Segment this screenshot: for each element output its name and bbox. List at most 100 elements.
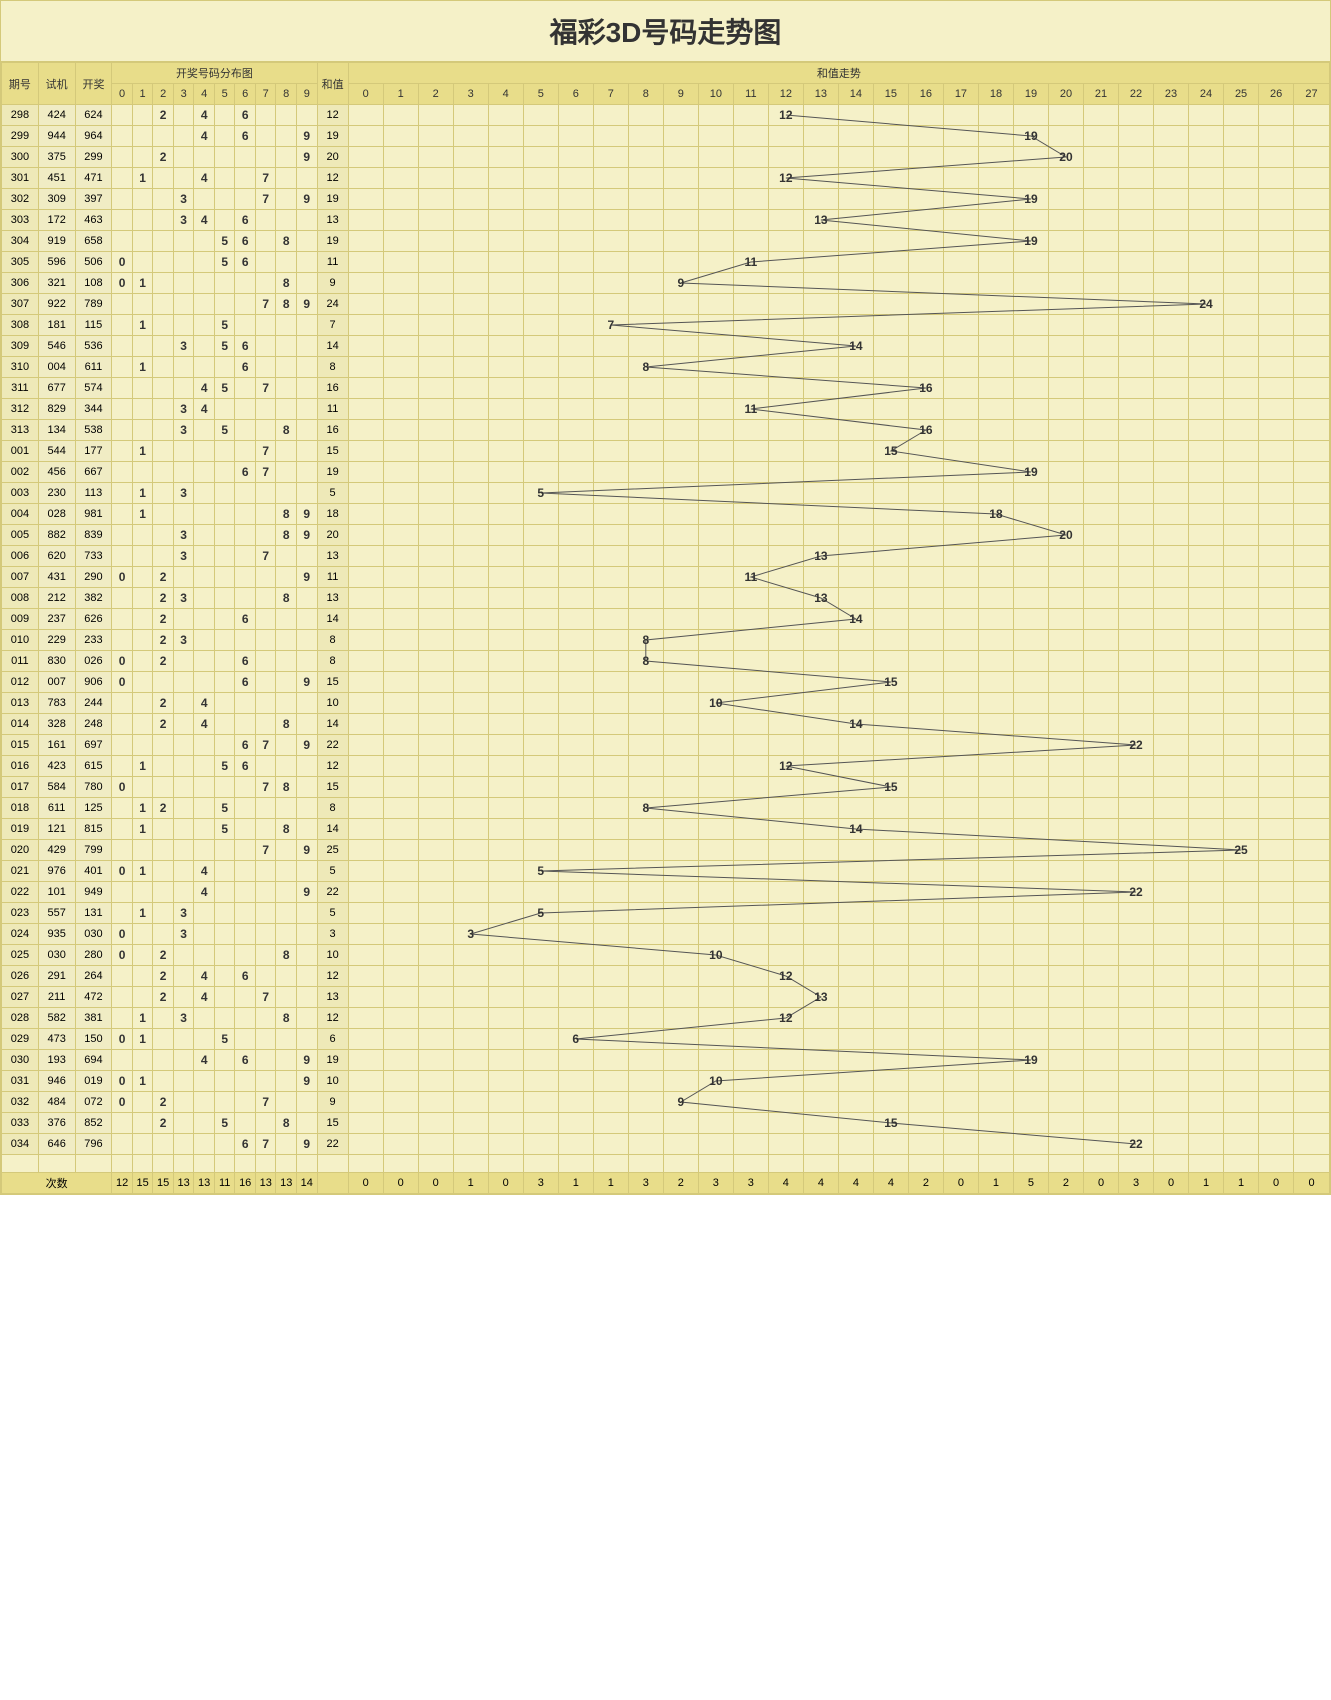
num-cell-empty bbox=[173, 798, 194, 819]
trend-cell bbox=[348, 1008, 383, 1029]
trend-cell bbox=[348, 399, 383, 420]
trend-cell bbox=[768, 462, 803, 483]
trend-cell bbox=[593, 924, 628, 945]
trend-cell bbox=[733, 714, 768, 735]
num-cell: 9 bbox=[296, 840, 317, 861]
num-cell: 4 bbox=[194, 1050, 215, 1071]
trend-cell bbox=[558, 966, 593, 987]
trend-cell bbox=[558, 294, 593, 315]
trend-cell bbox=[908, 147, 943, 168]
trend-cell bbox=[488, 966, 523, 987]
trend-cell bbox=[593, 126, 628, 147]
trend-cell bbox=[628, 861, 663, 882]
trend-cell bbox=[873, 231, 908, 252]
num-cell-empty bbox=[112, 693, 133, 714]
trend-cell bbox=[628, 735, 663, 756]
num-cell: 7 bbox=[255, 1092, 276, 1113]
trend-cell bbox=[1119, 399, 1154, 420]
trend-cell bbox=[663, 147, 698, 168]
num-cell-empty bbox=[173, 441, 194, 462]
num-cell-empty bbox=[296, 609, 317, 630]
trend-cell bbox=[593, 966, 628, 987]
trend-cell bbox=[558, 105, 593, 126]
num-cell-empty bbox=[194, 504, 215, 525]
num-cell-empty bbox=[132, 882, 153, 903]
trend-cell bbox=[698, 441, 733, 462]
trend-cell bbox=[1224, 1134, 1259, 1155]
num-cell-empty bbox=[255, 1008, 276, 1029]
trend-cell bbox=[803, 525, 838, 546]
trend-cell bbox=[838, 378, 873, 399]
trend-cell bbox=[1224, 189, 1259, 210]
footer-trend-count: 4 bbox=[803, 1173, 838, 1194]
trend-cell bbox=[698, 819, 733, 840]
num-cell-empty bbox=[112, 147, 133, 168]
trend-cell bbox=[943, 1092, 978, 1113]
trend-cell bbox=[1048, 273, 1083, 294]
hdr-num-8: 8 bbox=[276, 84, 297, 105]
num-cell-empty bbox=[255, 609, 276, 630]
trend-cell bbox=[768, 189, 803, 210]
trend-cell bbox=[838, 945, 873, 966]
trend-cell bbox=[628, 777, 663, 798]
num-cell-empty bbox=[112, 462, 133, 483]
trend-cell bbox=[908, 714, 943, 735]
num-cell-empty bbox=[132, 525, 153, 546]
cell-test: 783 bbox=[38, 693, 75, 714]
trend-cell bbox=[663, 105, 698, 126]
trend-cell bbox=[488, 588, 523, 609]
trend-cell bbox=[628, 567, 663, 588]
num-cell-empty bbox=[153, 315, 174, 336]
trend-cell bbox=[733, 168, 768, 189]
trend-cell bbox=[1224, 525, 1259, 546]
trend-cell bbox=[1013, 504, 1048, 525]
trend-cell bbox=[383, 420, 418, 441]
trend-cell bbox=[698, 924, 733, 945]
trend-cell bbox=[593, 189, 628, 210]
num-cell-empty bbox=[132, 1113, 153, 1134]
trend-cell bbox=[1119, 210, 1154, 231]
num-cell: 5 bbox=[214, 1029, 235, 1050]
trend-cell bbox=[838, 672, 873, 693]
num-cell-empty bbox=[235, 189, 256, 210]
trend-value-label: 15 bbox=[884, 1116, 897, 1130]
trend-cell bbox=[1154, 420, 1189, 441]
trend-cell bbox=[733, 777, 768, 798]
trend-cell bbox=[593, 840, 628, 861]
trend-cell bbox=[1259, 1029, 1294, 1050]
num-cell-empty bbox=[296, 651, 317, 672]
trend-cell bbox=[1259, 273, 1294, 294]
num-cell-empty bbox=[153, 777, 174, 798]
trend-cell bbox=[523, 105, 558, 126]
num-cell-empty bbox=[276, 756, 297, 777]
cell-period: 019 bbox=[2, 819, 39, 840]
trend-cell bbox=[558, 525, 593, 546]
cell-period: 023 bbox=[2, 903, 39, 924]
trend-cell bbox=[908, 168, 943, 189]
trend-cell bbox=[558, 672, 593, 693]
table-row: 023557131135 bbox=[2, 903, 1330, 924]
num-cell-empty bbox=[132, 588, 153, 609]
num-cell-empty bbox=[173, 1029, 194, 1050]
num-cell-empty bbox=[214, 546, 235, 567]
num-cell-empty bbox=[235, 525, 256, 546]
table-row: 31167757445716 bbox=[2, 378, 1330, 399]
trend-cell bbox=[663, 126, 698, 147]
trend-cell bbox=[768, 903, 803, 924]
trend-cell bbox=[593, 630, 628, 651]
trend-cell bbox=[768, 1029, 803, 1050]
trend-value-label: 11 bbox=[745, 570, 758, 584]
num-cell-empty bbox=[255, 588, 276, 609]
trend-cell bbox=[488, 693, 523, 714]
trend-cell bbox=[593, 147, 628, 168]
num-cell-empty bbox=[112, 756, 133, 777]
num-cell-empty bbox=[276, 315, 297, 336]
trend-cell bbox=[1119, 126, 1154, 147]
trend-cell bbox=[1154, 882, 1189, 903]
num-cell-empty bbox=[276, 483, 297, 504]
trend-cell bbox=[1048, 861, 1083, 882]
trend-cell bbox=[1154, 483, 1189, 504]
trend-cell bbox=[1224, 1113, 1259, 1134]
trend-cell bbox=[1224, 861, 1259, 882]
trend-cell bbox=[593, 1008, 628, 1029]
